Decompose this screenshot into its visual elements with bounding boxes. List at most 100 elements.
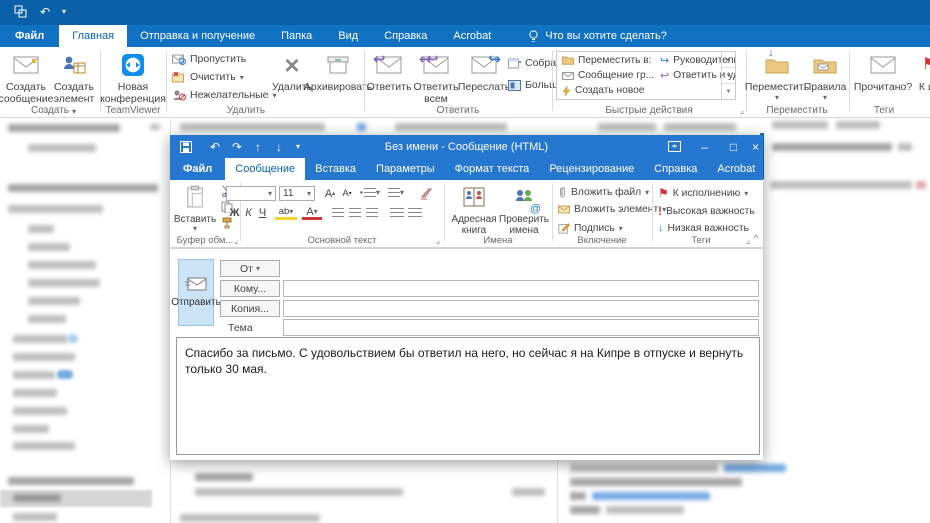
redacted-sender[interactable] (195, 473, 253, 481)
new-email-button[interactable]: Создать сообщение (3, 50, 49, 106)
followup-button-truncated[interactable]: ⚑ К ис (914, 50, 930, 94)
move-button[interactable]: ↓ Переместить ▾ (750, 50, 804, 103)
bold-button[interactable]: Ж (228, 206, 241, 220)
more-steps-icon[interactable]: ▼ (722, 84, 735, 99)
tab-folder-main[interactable]: Папка (268, 25, 325, 47)
redacted-folder[interactable] (8, 205, 103, 213)
cc-field[interactable] (283, 300, 759, 317)
quick-step-create-new[interactable]: Создать новое (559, 83, 655, 98)
tab-review-compose[interactable]: Рецензирование (539, 158, 644, 180)
rules-button[interactable]: Правила ▾ (806, 50, 844, 103)
clear-formatting-icon[interactable] (418, 186, 434, 201)
minimize-button[interactable]: – (690, 135, 719, 158)
redacted-pane-header[interactable] (836, 121, 880, 129)
paste-button[interactable]: Вставить ▾ (174, 182, 216, 234)
high-importance-button[interactable]: ! Высокая важность (658, 204, 755, 218)
tab-acrobat-main[interactable]: Acrobat (440, 25, 504, 47)
maximize-button[interactable]: □ (719, 135, 748, 158)
font-size-combobox[interactable]: 11▾ (279, 186, 315, 201)
redacted-folder[interactable] (28, 225, 54, 233)
redacted-folder[interactable] (28, 144, 96, 152)
redacted-link[interactable] (724, 464, 786, 472)
attach-file-button[interactable]: Вложить файл ▾ (558, 186, 649, 199)
redacted-account-email[interactable] (8, 477, 134, 485)
undo-icon[interactable]: ↶ (40, 0, 50, 23)
redacted-folder[interactable] (28, 243, 70, 251)
font-name-combobox[interactable]: ▾ (226, 186, 276, 201)
ignore-button[interactable]: Пропустить (172, 53, 246, 65)
to-field[interactable] (283, 280, 759, 297)
redacted-search-box[interactable] (180, 123, 325, 131)
tab-options-compose[interactable]: Параметры (366, 158, 445, 180)
message-body-editor[interactable]: Спасибо за письмо. С удовольствием бы от… (176, 337, 760, 455)
redacted-folder[interactable] (13, 513, 57, 521)
follow-up-button[interactable]: ⚑ К исполнению ▾ (658, 186, 748, 200)
ribbon-display-options-icon[interactable] (660, 135, 689, 158)
numbering-button[interactable]: ▾ (388, 188, 404, 197)
redacted-folder[interactable] (13, 389, 57, 397)
redacted-folder[interactable] (28, 297, 80, 305)
redacted-folder[interactable] (28, 261, 96, 269)
archive-button[interactable]: Архивировать (312, 50, 364, 94)
align-right-icon[interactable] (366, 208, 378, 217)
close-button[interactable]: × (748, 135, 763, 158)
highlight-button[interactable]: ab▾ (275, 206, 297, 220)
align-left-icon[interactable] (332, 208, 344, 217)
shrink-font-button[interactable]: А▾ (339, 186, 355, 201)
send-button[interactable]: Отправить (178, 259, 214, 326)
redacted-account-name[interactable] (8, 124, 120, 132)
redacted-pane-header[interactable] (772, 121, 828, 129)
cc-button[interactable]: Копия... (220, 300, 280, 317)
redacted-to-link[interactable] (592, 492, 710, 500)
tab-help-compose[interactable]: Справка (644, 158, 707, 180)
new-conference-button[interactable]: Новая конференция (105, 50, 161, 106)
tab-view-main[interactable]: Вид (325, 25, 371, 47)
tab-assistant-compose[interactable]: Помощник (765, 158, 854, 180)
tab-help-main[interactable]: Справка (371, 25, 440, 47)
junk-button[interactable]: Нежелательные ▾ (172, 89, 277, 101)
compose-titlebar[interactable]: ↶ ↷ ↑ ↓ ▾ Без имени - Сообщение (HTML) –… (170, 135, 763, 158)
low-importance-button[interactable]: ↓ Низкая важность (658, 222, 749, 234)
dialog-launcher-icon[interactable]: ⌟ (234, 235, 238, 246)
address-book-button[interactable]: Адресная книга (450, 182, 498, 236)
customize-qat-icon[interactable]: ▾ (62, 0, 66, 23)
redacted-filter-icon[interactable] (357, 123, 366, 131)
tab-file-main[interactable]: Файл (0, 25, 59, 47)
read-unread-button[interactable]: Прочитано? (854, 50, 912, 94)
redacted-row[interactable] (180, 514, 320, 522)
tab-home-main[interactable]: Главная (59, 25, 127, 47)
signature-button[interactable]: Подпись ▾ (558, 222, 623, 234)
subject-field[interactable] (283, 319, 759, 336)
redacted-folder[interactable] (13, 425, 49, 433)
tab-insert-compose[interactable]: Вставка (305, 158, 366, 180)
tab-formattext-compose[interactable]: Формат текста (445, 158, 540, 180)
redacted-folder[interactable] (28, 315, 66, 323)
bullets-button[interactable]: •▾ (360, 188, 380, 197)
quick-step-team-email[interactable]: Сообщение гр... (559, 68, 655, 83)
scroll-down-icon[interactable]: ▼ (722, 68, 735, 84)
dialog-launcher-icon[interactable]: ⌟ (740, 105, 744, 116)
tab-file-compose[interactable]: Файл (170, 158, 225, 180)
redacted-folder[interactable] (28, 279, 100, 287)
redacted-list-header[interactable] (598, 123, 656, 131)
redacted-folder[interactable] (13, 407, 67, 415)
underline-button[interactable]: Ч (256, 206, 269, 220)
redacted-subject[interactable] (195, 488, 403, 496)
grow-font-button[interactable]: А▴ (322, 186, 338, 201)
tab-sendreceive-main[interactable]: Отправка и получение (127, 25, 268, 47)
redacted-folder[interactable] (13, 335, 68, 343)
scroll-up-icon[interactable]: ▲ (722, 52, 735, 68)
to-button[interactable]: Кому... (220, 280, 280, 297)
dialog-launcher-icon[interactable]: ⌟ (436, 235, 440, 246)
collapse-ribbon-icon[interactable]: ^ (750, 232, 762, 244)
reply-button[interactable]: ↩ Ответить (367, 50, 411, 94)
font-color-button[interactable]: А▾ (302, 206, 322, 220)
align-center-icon[interactable] (349, 208, 361, 217)
tell-me-search[interactable]: Что вы хотите сделать? (518, 25, 677, 47)
attach-item-button[interactable]: Вложить элемент ▾ (558, 204, 666, 215)
quick-step-move-to[interactable]: Переместить в: ? (559, 53, 655, 68)
redacted-account-email[interactable] (8, 184, 158, 192)
check-names-button[interactable]: @ Проверить имена (500, 182, 548, 236)
redacted-list-header[interactable] (664, 123, 736, 131)
decrease-indent-icon[interactable] (390, 208, 404, 217)
